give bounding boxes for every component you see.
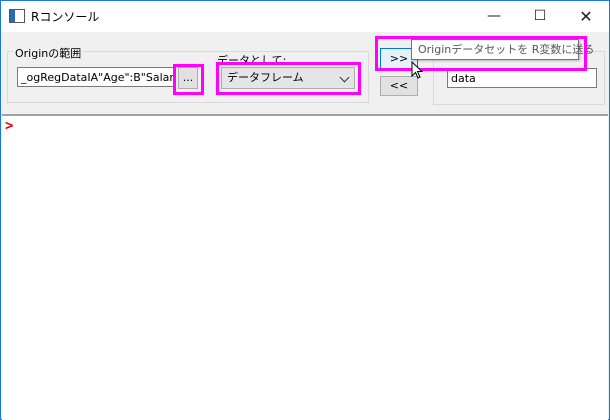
send-tooltip: Originデータセットを R変数に送る	[411, 39, 594, 60]
as-data-label: データとして:	[215, 52, 289, 68]
title-bar[interactable]: Rコンソール — ☐ ✕	[1, 1, 609, 32]
data-type-selected: データフレーム	[227, 71, 304, 84]
get-from-r-button[interactable]: <<	[380, 76, 418, 96]
chevron-down-icon	[339, 72, 350, 83]
r-console-output[interactable]: >	[2, 114, 608, 420]
app-window-icon	[9, 9, 25, 23]
minimize-button[interactable]: —	[471, 1, 517, 32]
r-console-window: Rコンソール — ☐ ✕ Originの範囲 _ogRegDataIA"Age"…	[0, 0, 610, 420]
mouse-pointer-icon	[411, 61, 423, 79]
origin-range-input[interactable]: _ogRegDataIA"Age":B"Salary"	[17, 67, 175, 87]
browse-range-button[interactable]: ...	[178, 67, 198, 89]
maximize-button[interactable]: ☐	[517, 1, 563, 32]
close-button[interactable]: ✕	[563, 1, 609, 32]
r-variable-input[interactable]: data	[447, 68, 597, 88]
console-prompt: >	[5, 118, 14, 134]
origin-range-label: Originの範囲	[13, 45, 84, 61]
data-type-select[interactable]: データフレーム	[221, 67, 355, 89]
window-title: Rコンソール	[31, 10, 100, 24]
